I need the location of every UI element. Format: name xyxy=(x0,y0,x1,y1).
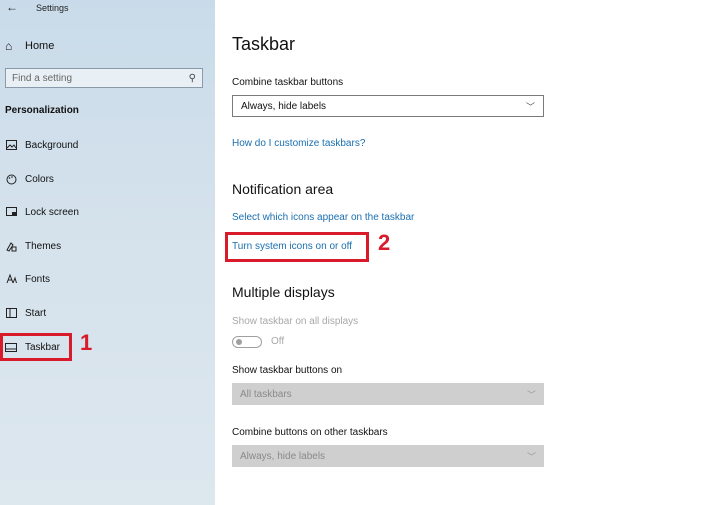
sidebar-item-background[interactable]: Background xyxy=(5,137,78,153)
search-icon[interactable]: ⚲ xyxy=(189,73,196,84)
show-buttons-dropdown[interactable]: All taskbars ﹀ xyxy=(232,383,544,405)
sidebar-item-label: Fonts xyxy=(25,273,51,285)
themes-icon xyxy=(5,240,17,252)
sidebar-item-label: Lock screen xyxy=(25,206,79,218)
show-buttons-label: Show taskbar buttons on xyxy=(232,365,343,376)
sidebar-item-label: Background xyxy=(25,139,79,151)
multiple-displays-title: Multiple displays xyxy=(232,284,335,300)
combine-value: Always, hide labels xyxy=(241,100,327,112)
lock-screen-icon xyxy=(5,206,17,218)
chevron-down-icon: ﹀ xyxy=(526,451,536,462)
show-all-displays-toggle[interactable] xyxy=(232,336,262,348)
section-label: Personalization xyxy=(5,105,79,116)
home-icon: ⌂ xyxy=(5,39,13,53)
combine-other-value: Always, hide labels xyxy=(240,450,326,462)
sidebar: ← Settings ⌂ Home ⚲ Personalization Back… xyxy=(0,0,215,505)
show-all-displays-label: Show taskbar on all displays xyxy=(232,316,359,327)
sidebar-item-colors[interactable]: Colors xyxy=(5,171,54,187)
customize-taskbars-link[interactable]: How do I customize taskbars? xyxy=(232,138,365,149)
toggle-knob xyxy=(236,339,242,345)
search-box[interactable]: ⚲ xyxy=(5,68,203,88)
toggle-state-label: Off xyxy=(271,336,285,347)
sidebar-item-lock-screen[interactable]: Lock screen xyxy=(5,204,79,220)
sidebar-item-themes[interactable]: Themes xyxy=(5,238,61,254)
search-input[interactable] xyxy=(12,72,189,84)
sidebar-item-start[interactable]: Start xyxy=(5,305,46,321)
select-icons-link[interactable]: Select which icons appear on the taskbar xyxy=(232,212,414,223)
main-content: Taskbar Combine taskbar buttons Always, … xyxy=(215,0,725,505)
combine-other-label: Combine buttons on other taskbars xyxy=(232,427,388,438)
combine-other-dropdown[interactable]: Always, hide labels ﹀ xyxy=(232,445,544,467)
home-label: Home xyxy=(25,40,55,52)
palette-icon xyxy=(5,173,17,185)
window-title: Settings xyxy=(36,3,69,13)
combine-label: Combine taskbar buttons xyxy=(232,77,344,88)
chevron-down-icon: ﹀ xyxy=(526,389,536,400)
notification-area-title: Notification area xyxy=(232,181,334,197)
highlight-box-system-icons xyxy=(225,232,369,262)
home-nav-item[interactable]: ⌂ Home xyxy=(5,39,54,53)
start-icon xyxy=(5,307,17,319)
title-bar: ← Settings xyxy=(0,0,215,18)
page-title: Taskbar xyxy=(232,34,296,54)
show-buttons-value: All taskbars xyxy=(240,388,292,400)
sidebar-item-label: Themes xyxy=(25,240,62,252)
image-icon xyxy=(5,139,17,151)
highlight-box-taskbar xyxy=(0,333,72,361)
sidebar-item-label: Start xyxy=(25,307,47,319)
step-2-annotation: 2 xyxy=(378,230,391,255)
combine-dropdown[interactable]: Always, hide labels ﹀ xyxy=(232,95,544,117)
step-1-annotation: 1 xyxy=(80,330,93,355)
sidebar-item-fonts[interactable]: Fonts xyxy=(5,271,50,287)
chevron-down-icon: ﹀ xyxy=(525,101,535,112)
back-arrow-icon[interactable]: ← xyxy=(6,0,18,14)
fonts-icon xyxy=(5,273,17,285)
sidebar-item-label: Colors xyxy=(25,173,54,185)
